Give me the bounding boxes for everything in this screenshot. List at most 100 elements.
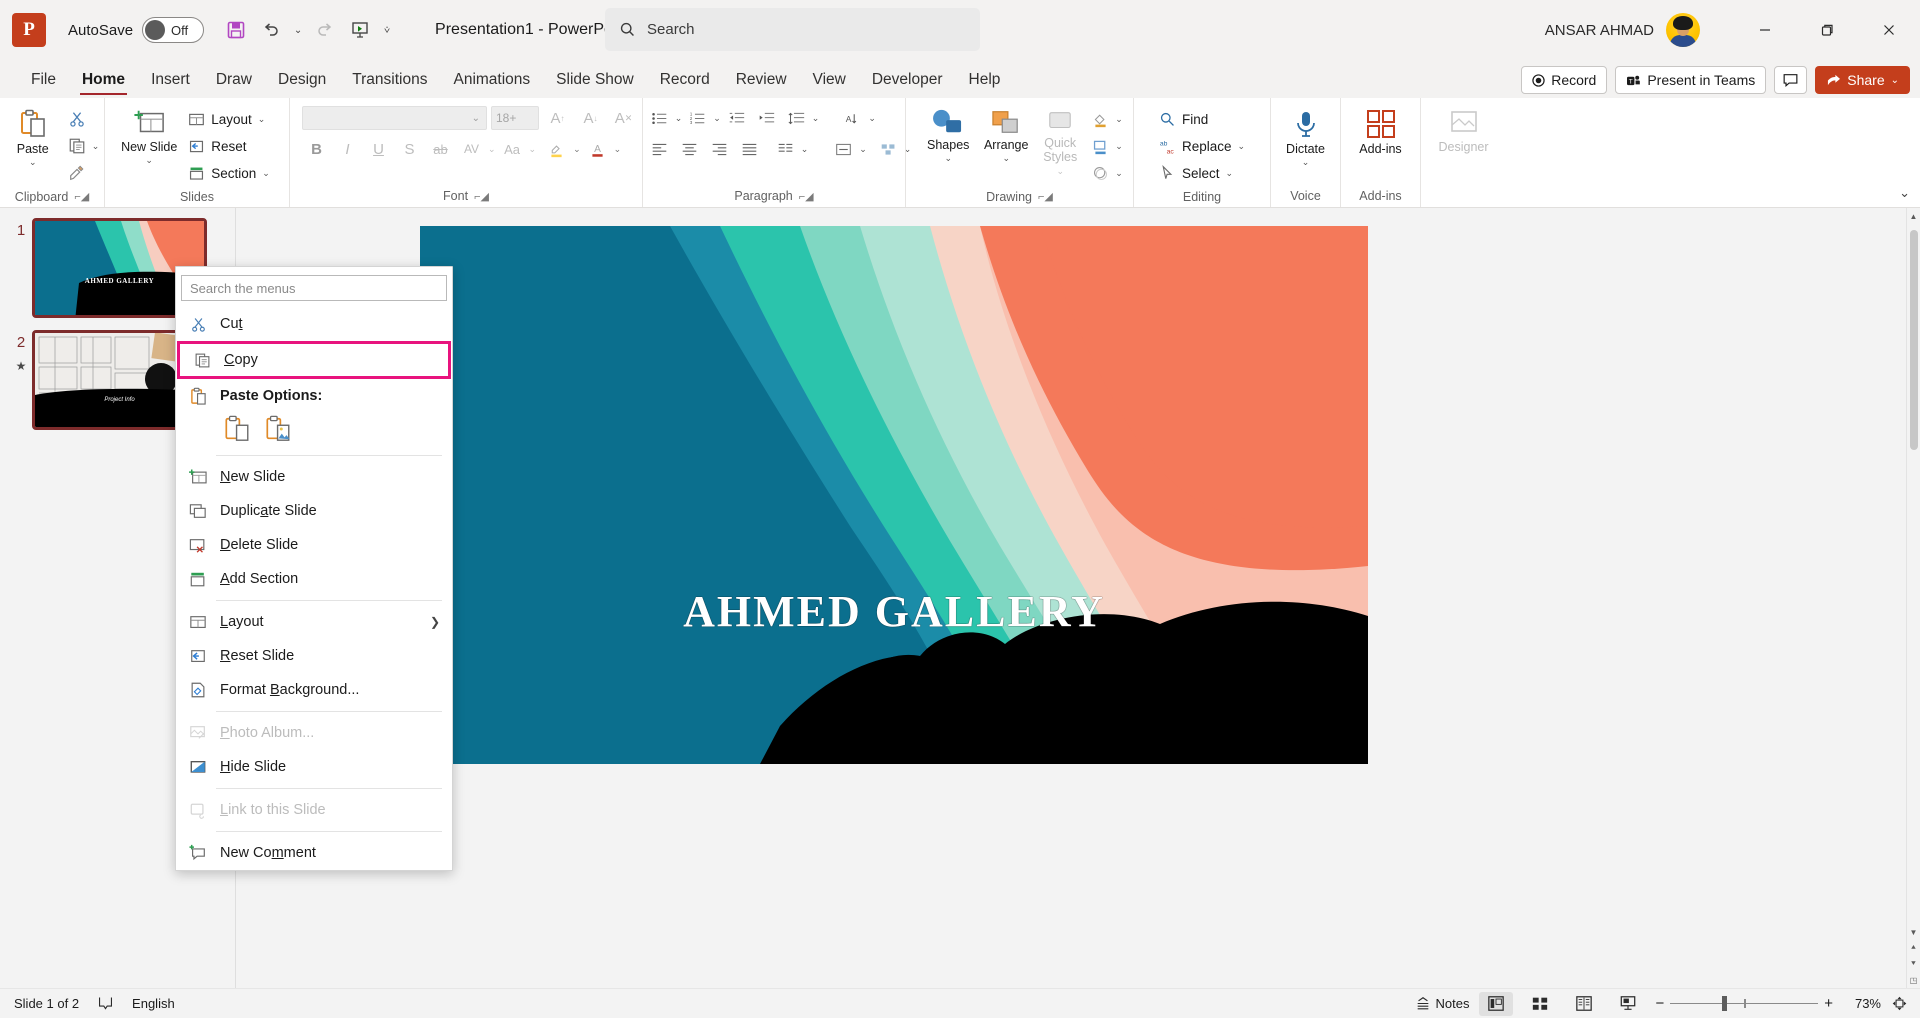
context-menu-item-cut[interactable]: Cut xyxy=(176,307,452,341)
tab-design[interactable]: Design xyxy=(265,68,339,98)
character-spacing-chevron-icon[interactable]: ⌄ xyxy=(488,144,496,155)
slide-canvas[interactable]: AHMED GALLERY xyxy=(420,226,1368,764)
italic-button[interactable]: I xyxy=(333,135,362,163)
font-color-chevron-icon[interactable]: ⌄ xyxy=(614,144,622,155)
shapes-button[interactable]: Shapes ⌄ xyxy=(920,104,976,167)
present-in-teams-button[interactable]: T Present in Teams xyxy=(1615,66,1767,94)
tab-developer[interactable]: Developer xyxy=(859,68,956,98)
bullets-button[interactable] xyxy=(645,104,674,132)
customize-qat-icon[interactable]: ⩒ xyxy=(379,14,395,46)
highlight-chevron-icon[interactable]: ⌄ xyxy=(573,144,581,155)
font-size-input[interactable]: 18+ xyxy=(491,106,539,130)
context-menu-item-format-background[interactable]: Format Background... xyxy=(176,673,452,707)
tab-transitions[interactable]: Transitions xyxy=(339,68,440,98)
dictate-button[interactable]: Dictate ⌄ xyxy=(1278,104,1334,171)
font-color-button[interactable]: A xyxy=(583,135,612,163)
slide-title[interactable]: AHMED GALLERY xyxy=(420,586,1368,637)
undo-icon[interactable] xyxy=(255,14,287,46)
context-menu-item-reset-slide[interactable]: Reset Slide xyxy=(176,639,452,673)
zoom-out-button[interactable]: − xyxy=(1655,995,1664,1012)
addins-button[interactable]: Add-ins xyxy=(1349,104,1413,160)
slide-sorter-view-button[interactable] xyxy=(1523,992,1557,1016)
align-center-button[interactable] xyxy=(675,135,704,163)
zoom-level[interactable]: 73% xyxy=(1843,996,1881,1011)
line-spacing-chevron-icon[interactable]: ⌄ xyxy=(812,113,820,124)
align-right-button[interactable] xyxy=(705,135,734,163)
collapse-ribbon-chevron-icon[interactable]: ⌄ xyxy=(1899,185,1910,201)
align-text-chevron-icon[interactable]: ⌄ xyxy=(859,144,867,155)
start-presentation-icon[interactable] xyxy=(344,14,376,46)
autosave-toggle[interactable]: Off xyxy=(142,17,205,43)
increase-font-size-button[interactable]: A ↑ xyxy=(543,104,572,132)
minimize-button[interactable] xyxy=(1734,0,1796,60)
fit-slide-button[interactable]: ◳ xyxy=(1907,972,1920,988)
zoom-in-button[interactable]: + xyxy=(1824,995,1833,1012)
search-input[interactable]: Search xyxy=(647,21,695,38)
select-button[interactable]: Select ⌄ xyxy=(1153,160,1251,186)
save-icon[interactable] xyxy=(220,14,252,46)
arrange-chevron-icon[interactable]: ⌄ xyxy=(1002,154,1010,163)
shape-effects-button[interactable] xyxy=(1086,160,1114,186)
find-button[interactable]: Find xyxy=(1153,106,1251,132)
record-button[interactable]: Record xyxy=(1521,66,1608,94)
slide-show-button[interactable] xyxy=(1611,992,1645,1016)
share-chevron-icon[interactable]: ⌄ xyxy=(1891,75,1899,86)
decrease-indent-button[interactable] xyxy=(722,104,751,132)
format-painter-button[interactable] xyxy=(63,160,91,186)
cut-button[interactable] xyxy=(63,106,91,132)
reading-view-button[interactable] xyxy=(1567,992,1601,1016)
quick-styles-button[interactable]: Quick Styles ⌄ xyxy=(1036,104,1084,180)
scroll-up-arrow-icon[interactable]: ▲ xyxy=(1907,208,1920,224)
comments-button[interactable] xyxy=(1774,66,1808,94)
context-menu-item-copy[interactable]: Copy xyxy=(177,341,451,379)
columns-chevron-icon[interactable]: ⌄ xyxy=(801,144,809,155)
tab-help[interactable]: Help xyxy=(956,68,1014,98)
line-spacing-button[interactable] xyxy=(782,104,811,132)
change-case-button[interactable]: Aa xyxy=(498,135,527,163)
context-menu-item-hide-slide[interactable]: Hide Slide xyxy=(176,750,452,784)
spelling-icon[interactable] xyxy=(97,995,114,1012)
text-direction-button[interactable]: A xyxy=(838,104,867,132)
tab-file[interactable]: File xyxy=(18,68,69,98)
increase-indent-button[interactable] xyxy=(752,104,781,132)
tab-draw[interactable]: Draw xyxy=(203,68,265,98)
reset-button[interactable]: Reset xyxy=(182,133,276,159)
context-menu-item-add-section[interactable]: Add Section xyxy=(176,562,452,596)
text-shadow-button[interactable]: S xyxy=(395,135,424,163)
paste-chevron-icon[interactable]: ⌄ xyxy=(29,158,37,167)
align-text-button[interactable] xyxy=(829,135,858,163)
font-name-input[interactable]: ⌄ xyxy=(302,106,487,130)
scroll-down-arrow-icon[interactable]: ▼ xyxy=(1907,924,1920,940)
share-button[interactable]: Share ⌄ xyxy=(1815,66,1910,94)
columns-button[interactable] xyxy=(771,135,800,163)
vertical-scrollbar[interactable]: ▲ ▼ ⯅ ⯆ ◳ xyxy=(1906,208,1920,988)
language-indicator[interactable]: English xyxy=(132,996,175,1011)
numbering-button[interactable]: 123 xyxy=(683,104,712,132)
section-button[interactable]: Section ⌄ xyxy=(182,160,276,186)
context-menu-item-new-comment[interactable]: New Comment xyxy=(176,836,452,870)
tab-insert[interactable]: Insert xyxy=(138,68,203,98)
copy-chevron-icon[interactable]: ⌄ xyxy=(92,141,100,152)
avatar[interactable] xyxy=(1666,13,1700,47)
shape-fill-button[interactable] xyxy=(1086,106,1114,132)
menu-search-input[interactable]: Search the menus xyxy=(181,275,447,301)
paste-keep-source-formatting-icon[interactable] xyxy=(224,415,251,443)
tab-record[interactable]: Record xyxy=(647,68,723,98)
paste-picture-icon[interactable] xyxy=(265,415,292,443)
account-area[interactable]: ANSAR AHMAD xyxy=(1545,0,1700,60)
layout-button[interactable]: Layout ⌄ xyxy=(182,106,276,132)
zoom-handle[interactable] xyxy=(1722,995,1728,1011)
drawing-dialog-launcher-icon[interactable]: ⌐◢ xyxy=(1038,190,1053,203)
tab-review[interactable]: Review xyxy=(723,68,800,98)
close-button[interactable] xyxy=(1858,0,1920,60)
fit-to-window-button[interactable] xyxy=(1891,995,1908,1012)
select-chevron-icon[interactable]: ⌄ xyxy=(1225,168,1233,179)
paste-button[interactable]: Paste ⌄ xyxy=(5,104,61,171)
previous-slide-button[interactable]: ⯅ xyxy=(1907,940,1920,956)
character-spacing-button[interactable]: AV xyxy=(457,135,486,163)
context-menu-item-delete-slide[interactable]: Delete Slide xyxy=(176,528,452,562)
new-slide-button[interactable]: New Slide ⌄ xyxy=(118,104,180,169)
clear-formatting-button[interactable]: A ✕ xyxy=(609,104,638,132)
designer-button[interactable]: Designer xyxy=(1429,104,1499,158)
text-direction-chevron-icon[interactable]: ⌄ xyxy=(868,113,876,124)
